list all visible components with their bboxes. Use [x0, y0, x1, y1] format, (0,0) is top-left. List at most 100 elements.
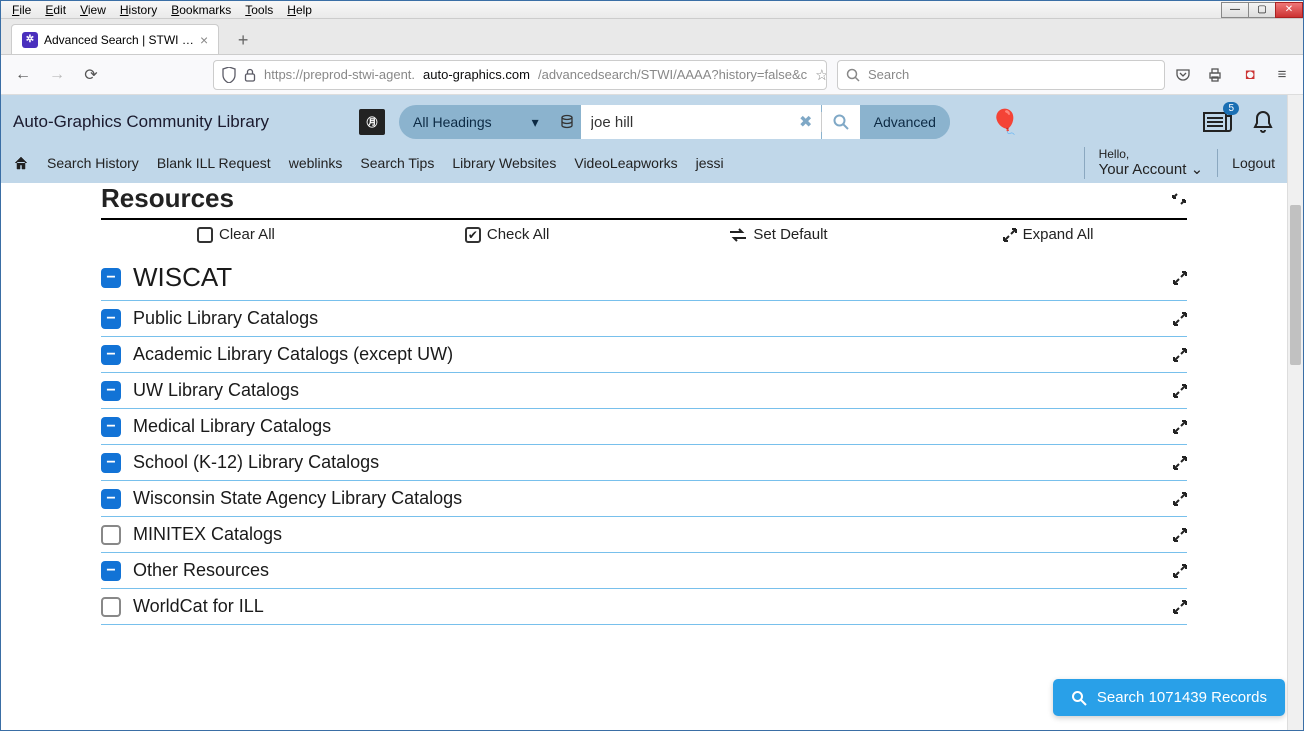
account-dropdown[interactable]: Hello, Your Account ⌄: [1099, 147, 1204, 179]
check-all-button[interactable]: Check All: [465, 226, 550, 243]
toggle-minus-icon[interactable]: −: [101, 417, 121, 437]
row-expand-icon[interactable]: [1173, 600, 1187, 614]
toggle-minus-icon[interactable]: −: [101, 345, 121, 365]
scroll-thumb[interactable]: [1290, 205, 1301, 365]
bookmark-star-icon[interactable]: ☆: [815, 66, 827, 84]
menu-bookmarks[interactable]: Bookmarks: [164, 2, 238, 18]
print-icon[interactable]: [1207, 67, 1229, 83]
toggle-minus-icon[interactable]: −: [101, 489, 121, 509]
resource-row: −School (K-12) Library Catalogs: [101, 445, 1187, 481]
resources-title: Resources: [101, 183, 234, 214]
search-icon: [1071, 690, 1087, 706]
check-all-label: Check All: [487, 226, 550, 243]
tab-strip: ✲ Advanced Search | STWI | AAAA × +: [1, 19, 1303, 55]
menu-history[interactable]: History: [113, 2, 164, 18]
expand-all-button[interactable]: Expand All: [1003, 226, 1094, 243]
forward-button[interactable]: →: [45, 66, 69, 84]
bell-icon[interactable]: [1251, 109, 1275, 135]
clear-all-button[interactable]: Clear All: [197, 226, 275, 243]
scrollbar[interactable]: [1287, 95, 1303, 730]
search-type-dropdown[interactable]: All Headings ▾: [399, 105, 553, 139]
menu-tools[interactable]: Tools: [238, 2, 280, 18]
toolbar: ← → ⟳ https://preprod-stwi-agent. auto-gr…: [1, 55, 1303, 95]
nav-jessi[interactable]: jessi: [696, 155, 724, 171]
row-expand-icon[interactable]: [1173, 271, 1187, 285]
row-expand-icon[interactable]: [1173, 420, 1187, 434]
set-default-button[interactable]: Set Default: [729, 226, 827, 243]
maximize-button[interactable]: ▢: [1248, 2, 1276, 18]
pocket-icon[interactable]: [1175, 67, 1197, 83]
group-label: WISCAT: [133, 262, 232, 293]
toggle-checkbox[interactable]: [101, 525, 121, 545]
nav-blank-ill[interactable]: Blank ILL Request: [157, 155, 271, 171]
url-prefix: https://preprod-stwi-agent.: [264, 67, 415, 82]
clear-all-label: Clear All: [219, 226, 275, 243]
resource-row: WorldCat for ILL: [101, 589, 1187, 625]
row-expand-icon[interactable]: [1173, 492, 1187, 506]
search-input[interactable]: [581, 105, 791, 139]
browser-tab[interactable]: ✲ Advanced Search | STWI | AAAA ×: [11, 24, 219, 54]
browser-search-box[interactable]: Search: [837, 60, 1165, 90]
browser-search-placeholder: Search: [868, 67, 909, 82]
nav-library-websites[interactable]: Library Websites: [452, 155, 556, 171]
toggle-minus-icon[interactable]: −: [101, 268, 121, 288]
resource-row: −Academic Library Catalogs (except UW): [101, 337, 1187, 373]
toggle-minus-icon[interactable]: −: [101, 381, 121, 401]
tab-close-icon[interactable]: ×: [200, 32, 208, 48]
action-row: Clear All Check All Set Default Expand A…: [101, 220, 1187, 255]
toggle-minus-icon[interactable]: −: [101, 453, 121, 473]
balloon-icon[interactable]: 🎈: [990, 108, 1020, 137]
row-expand-icon[interactable]: [1173, 348, 1187, 362]
menu-edit[interactable]: Edit: [38, 2, 73, 18]
resource-label: Public Library Catalogs: [133, 308, 318, 329]
row-expand-icon[interactable]: [1173, 312, 1187, 326]
row-expand-icon[interactable]: [1173, 456, 1187, 470]
news-badge: 5: [1223, 102, 1239, 115]
library-name: Auto-Graphics Community Library: [13, 112, 269, 132]
page-viewport: Auto-Graphics Community Library ㊊ All He…: [1, 95, 1303, 730]
chevron-down-icon: ▾: [532, 114, 539, 131]
nav-search-tips[interactable]: Search Tips: [360, 155, 434, 171]
row-expand-icon[interactable]: [1173, 564, 1187, 578]
nav-weblinks[interactable]: weblinks: [289, 155, 343, 171]
shield-icon: [222, 67, 236, 83]
toggle-minus-icon[interactable]: −: [101, 561, 121, 581]
clear-search-icon[interactable]: ✖: [791, 105, 821, 139]
search-go-icon[interactable]: [822, 105, 860, 139]
hamburger-menu-icon[interactable]: ≡: [1271, 66, 1293, 83]
logout-link[interactable]: Logout: [1217, 149, 1275, 177]
extension-icon[interactable]: ◘: [1239, 66, 1261, 83]
toggle-checkbox[interactable]: [101, 597, 121, 617]
database-icon[interactable]: [553, 105, 581, 139]
nav-videoleapworks[interactable]: VideoLeapworks: [574, 155, 677, 171]
menu-help[interactable]: Help: [280, 2, 319, 18]
news-icon[interactable]: 5: [1203, 110, 1233, 134]
menu-view[interactable]: View: [73, 2, 113, 18]
language-icon[interactable]: ㊊: [359, 109, 385, 135]
resource-row: −Medical Library Catalogs: [101, 409, 1187, 445]
url-domain: auto-graphics.com: [423, 67, 530, 82]
resource-label: Other Resources: [133, 560, 269, 581]
row-expand-icon[interactable]: [1173, 384, 1187, 398]
dropdown-label: All Headings: [413, 114, 492, 130]
close-button[interactable]: ✕: [1275, 2, 1303, 18]
collapse-all-icon[interactable]: [1171, 191, 1187, 207]
address-bar[interactable]: https://preprod-stwi-agent. auto-graphics…: [213, 60, 827, 90]
advanced-search-button[interactable]: Advanced: [860, 105, 950, 139]
app-header: Auto-Graphics Community Library ㊊ All He…: [1, 95, 1287, 183]
resource-label: Wisconsin State Agency Library Catalogs: [133, 488, 462, 509]
toggle-minus-icon[interactable]: −: [101, 309, 121, 329]
resource-label: Medical Library Catalogs: [133, 416, 331, 437]
favicon-icon: ✲: [22, 32, 38, 48]
reload-button[interactable]: ⟳: [79, 65, 103, 85]
new-tab-button[interactable]: +: [229, 26, 257, 54]
back-button[interactable]: ←: [11, 66, 35, 84]
home-icon[interactable]: [13, 155, 29, 171]
search-records-button[interactable]: Search 1071439 Records: [1053, 679, 1285, 716]
minimize-button[interactable]: —: [1221, 2, 1249, 18]
hello-label: Hello,: [1099, 147, 1204, 161]
os-titlebar: File Edit View History Bookmarks Tools H…: [1, 1, 1303, 19]
menu-file[interactable]: File: [5, 2, 38, 18]
nav-search-history[interactable]: Search History: [47, 155, 139, 171]
row-expand-icon[interactable]: [1173, 528, 1187, 542]
